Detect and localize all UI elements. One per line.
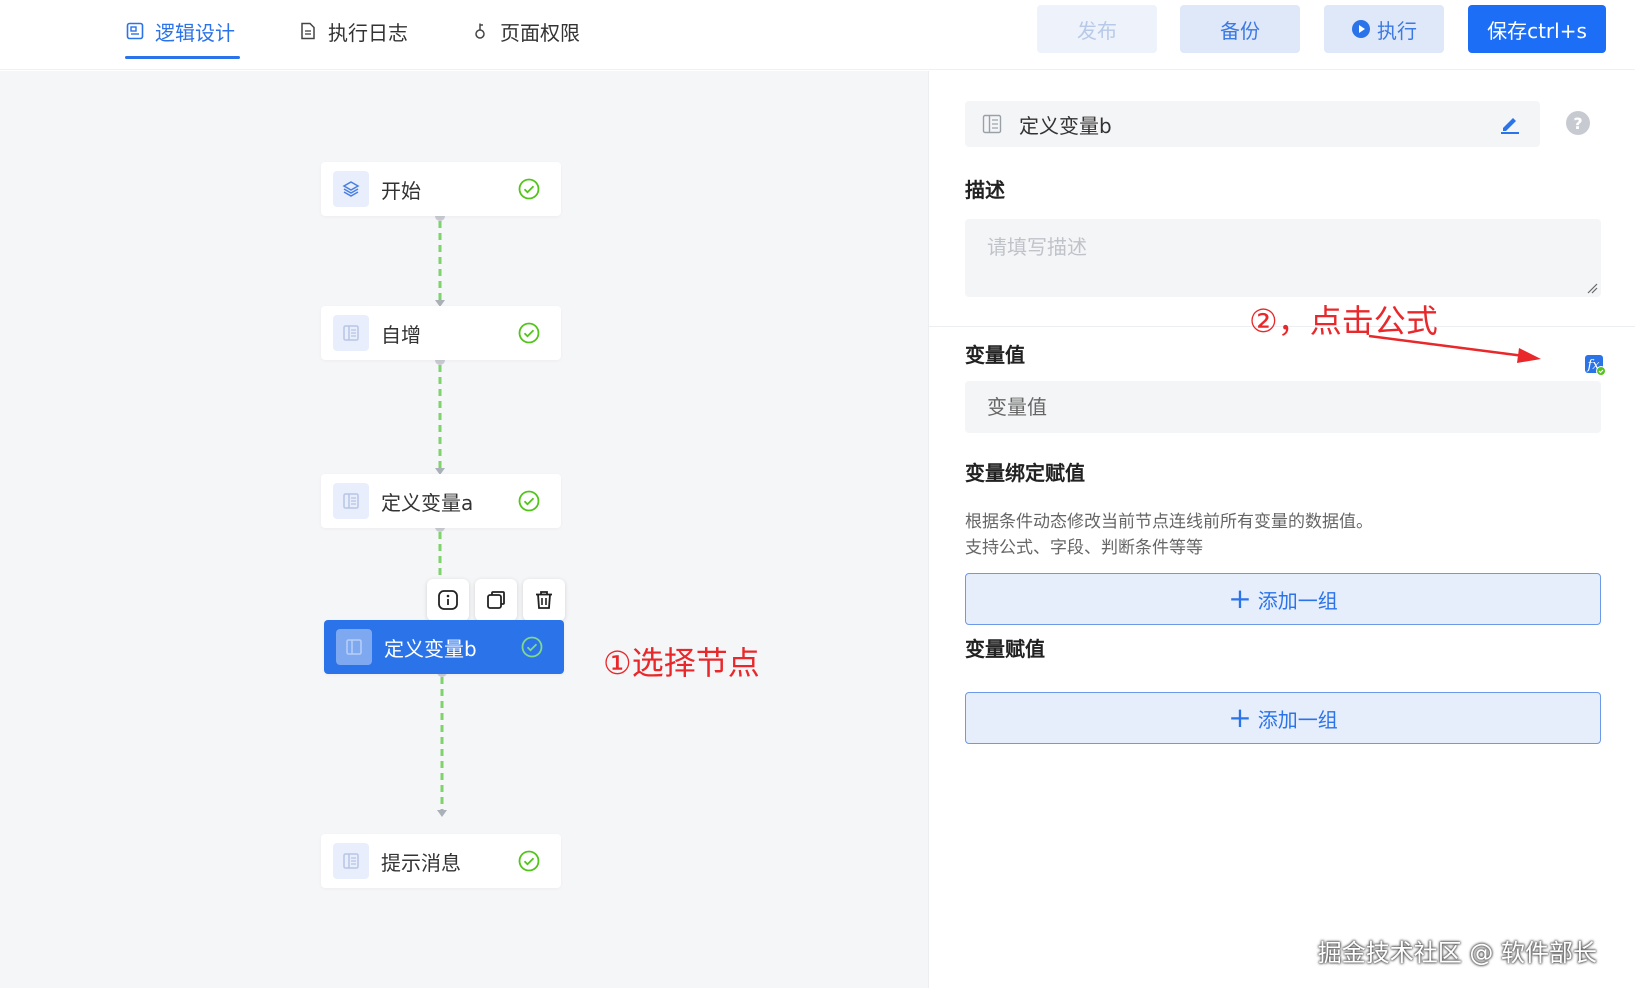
document-icon bbox=[298, 21, 318, 41]
table-icon bbox=[333, 843, 369, 879]
add-bind-label: 添加一组 bbox=[1257, 588, 1338, 613]
node-label: 自增 bbox=[381, 322, 421, 347]
active-tab-indicator bbox=[125, 56, 240, 59]
run-button[interactable]: 执行 bbox=[1324, 5, 1444, 53]
delete-icon[interactable] bbox=[523, 579, 565, 621]
play-icon bbox=[1351, 19, 1371, 39]
flow-node-start[interactable]: 开始 bbox=[321, 162, 561, 216]
watermark: 掘金技术社区 @ 软件部长 bbox=[1317, 939, 1597, 967]
formula-icon[interactable]: fx bbox=[1584, 354, 1606, 376]
bind-title: 变量绑定赋值 bbox=[965, 461, 1085, 485]
tab-label: 执行日志 bbox=[328, 20, 408, 45]
bind-hint: 根据条件动态修改当前节点连线前所有变量的数据值。 支持公式、字段、判断条件等等 bbox=[965, 509, 1373, 561]
check-circle-icon bbox=[518, 490, 540, 512]
key-icon bbox=[470, 21, 490, 41]
run-label: 执行 bbox=[1377, 18, 1417, 43]
desc-title: 描述 bbox=[965, 178, 1005, 202]
variable-value-input[interactable] bbox=[965, 381, 1601, 433]
annotation-arrow-icon bbox=[1368, 334, 1541, 363]
tab-label: 逻辑设计 bbox=[155, 20, 235, 45]
node-label: 开始 bbox=[381, 178, 421, 203]
connector-2 bbox=[435, 355, 445, 475]
tab-execution-log[interactable]: 执行日志 bbox=[298, 16, 408, 46]
top-bar: 逻辑设计 执行日志 页面权限 发布 备份 执行 保存ctrl+s bbox=[0, 0, 1635, 70]
tab-label: 页面权限 bbox=[500, 20, 580, 45]
plus-icon: + bbox=[1228, 582, 1252, 615]
bind-hint-line: 支持公式、字段、判断条件等等 bbox=[965, 538, 1203, 558]
add-assign-label: 添加一组 bbox=[1257, 707, 1338, 732]
flow-node-define-var-b[interactable]: 定义变量b bbox=[324, 620, 564, 674]
logic-design-icon bbox=[125, 21, 145, 41]
node-name-text: 定义变量b bbox=[1019, 113, 1112, 138]
edit-icon[interactable] bbox=[1498, 112, 1522, 136]
table-icon bbox=[333, 483, 369, 519]
help-icon[interactable]: ? bbox=[1566, 111, 1590, 135]
node-label: 定义变量b bbox=[384, 636, 477, 661]
add-bind-group-button[interactable]: + 添加一组 bbox=[965, 573, 1601, 625]
backup-button[interactable]: 备份 bbox=[1180, 5, 1300, 53]
annotation-select-node: ①选择节点 bbox=[603, 644, 760, 682]
copy-icon[interactable] bbox=[475, 579, 517, 621]
connector-4 bbox=[437, 667, 447, 817]
node-label: 定义变量a bbox=[381, 490, 474, 515]
check-circle-icon bbox=[518, 322, 540, 344]
table-icon bbox=[981, 113, 1003, 135]
connector-1 bbox=[435, 211, 445, 307]
publish-button[interactable]: 发布 bbox=[1037, 5, 1157, 53]
description-input[interactable] bbox=[965, 219, 1601, 297]
table-icon bbox=[333, 315, 369, 351]
check-circle-icon bbox=[521, 636, 543, 658]
table-icon bbox=[336, 629, 372, 665]
layers-icon bbox=[333, 171, 369, 207]
check-circle-icon bbox=[518, 850, 540, 872]
flow-node-message[interactable]: 提示消息 bbox=[321, 834, 561, 888]
assign-title: 变量赋值 bbox=[965, 637, 1045, 661]
check-circle-icon bbox=[518, 178, 540, 200]
node-name-field[interactable]: 定义变量b bbox=[965, 101, 1540, 147]
node-label: 提示消息 bbox=[381, 850, 461, 875]
properties-panel: 定义变量b ? 描述 ②，点击公式 变量值 fx 变量绑定赋值 根据条件动态修改… bbox=[928, 71, 1635, 988]
add-assign-group-button[interactable]: + 添加一组 bbox=[965, 692, 1601, 744]
flow-canvas[interactable]: 开始 自增 定义变量a 定义变量b 提示消息 ①选择节点 bbox=[0, 71, 928, 988]
value-title: 变量值 bbox=[965, 343, 1025, 367]
flow-node-define-var-a[interactable]: 定义变量a bbox=[321, 474, 561, 528]
plus-icon: + bbox=[1228, 701, 1252, 734]
resize-grip-icon[interactable] bbox=[1586, 282, 1598, 294]
tab-logic-design[interactable]: 逻辑设计 bbox=[125, 16, 235, 46]
save-button[interactable]: 保存ctrl+s bbox=[1468, 5, 1606, 53]
flow-node-increment[interactable]: 自增 bbox=[321, 306, 561, 360]
bind-hint-line: 根据条件动态修改当前节点连线前所有变量的数据值。 bbox=[965, 512, 1373, 532]
node-toolbar bbox=[427, 579, 565, 621]
info-icon[interactable] bbox=[427, 579, 469, 621]
tab-page-permission[interactable]: 页面权限 bbox=[470, 16, 580, 46]
